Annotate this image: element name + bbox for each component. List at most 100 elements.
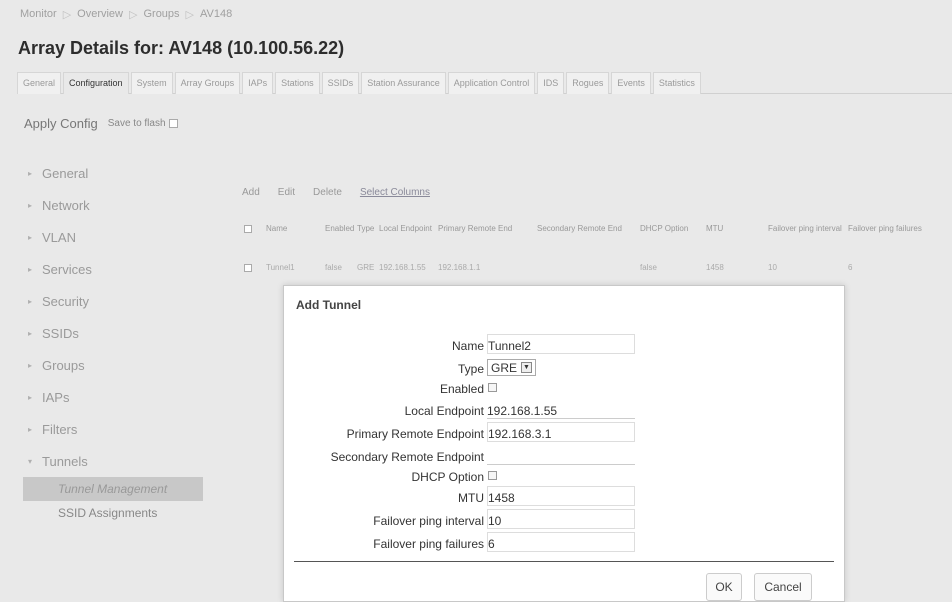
tab-statistics[interactable]: Statistics xyxy=(652,72,701,94)
secondary-remote-input[interactable] xyxy=(487,445,635,465)
tab-stations[interactable]: Stations xyxy=(275,72,320,94)
page-title: Array Details for: AV148 (10.100.56.22) xyxy=(18,38,345,58)
dialog-divider xyxy=(294,561,834,562)
expand-arrow-icon: ▸ xyxy=(28,200,33,210)
breadcrumb-overview[interactable]: Overview xyxy=(77,8,123,21)
select-all-checkbox[interactable] xyxy=(244,225,252,233)
delete-button[interactable]: Delete xyxy=(313,187,342,198)
add-tunnel-dialog: Add Tunnel Name Type GRE ▼ Enabled Local… xyxy=(283,285,845,602)
sidebar-item-services[interactable]: ▸ Services xyxy=(23,253,203,285)
apply-config-button[interactable]: Apply Config xyxy=(24,116,98,131)
sidebar-item-label: Tunnels xyxy=(42,453,88,469)
column-header-name[interactable]: Name xyxy=(266,224,287,233)
edit-button[interactable]: Edit xyxy=(278,187,295,198)
sidebar-item-general[interactable]: ▸ General xyxy=(23,157,203,189)
dialog-title: Add Tunnel xyxy=(296,298,362,312)
tab-ids[interactable]: IDS xyxy=(537,72,565,94)
dhcp-option-label: DHCP Option xyxy=(411,470,484,484)
config-sidebar: ▸ General ▸ Network ▸ VLAN ▸ Services ▸ Secur… xyxy=(23,157,203,525)
tab-events[interactable]: Events xyxy=(611,72,651,94)
breadcrumb-current: AV148 xyxy=(200,8,233,20)
failover-failures-input[interactable] xyxy=(487,532,635,552)
type-field-row: Type GRE ▼ xyxy=(284,357,846,379)
column-header-dhcp-option[interactable]: DHCP Option xyxy=(640,224,688,233)
breadcrumb-separator: ▷ xyxy=(129,9,138,21)
sidebar-item-filters[interactable]: ▸ Filters xyxy=(23,413,203,445)
tab-rogues[interactable]: Rogues xyxy=(566,72,610,94)
row-name: Tunnel1 xyxy=(266,263,295,272)
sidebar-item-security[interactable]: ▸ Security xyxy=(23,285,203,317)
sidebar-item-iaps[interactable]: ▸ IAPs xyxy=(23,381,203,413)
sidebar-item-label: IAPs xyxy=(42,389,70,405)
sidebar-item-label: Filters xyxy=(42,421,78,437)
column-header-enabled[interactable]: Enabled xyxy=(325,224,354,233)
tab-iaps[interactable]: IAPs xyxy=(242,72,274,94)
row-primary-remote: 192.168.1.1 xyxy=(438,263,481,272)
expand-arrow-icon: ▸ xyxy=(28,168,33,178)
column-header-mtu[interactable]: MTU xyxy=(706,224,723,233)
sidebar-item-vlan[interactable]: ▸ VLAN xyxy=(23,221,203,253)
local-endpoint-label: Local Endpoint xyxy=(404,404,484,418)
expand-arrow-icon: ▸ xyxy=(28,360,33,370)
cancel-button[interactable]: Cancel xyxy=(754,573,812,601)
tab-configuration[interactable]: Configuration xyxy=(63,72,129,94)
column-header-type[interactable]: Type xyxy=(357,224,374,233)
expand-arrow-icon: ▸ xyxy=(28,392,33,402)
name-label: Name xyxy=(451,339,484,353)
select-columns-link[interactable]: Select Columns xyxy=(360,187,430,198)
row-failover-interval: 10 xyxy=(768,263,777,272)
enabled-checkbox[interactable] xyxy=(488,383,497,392)
failover-failures-field-row: Failover ping failures xyxy=(284,532,846,554)
failover-interval-field-row: Failover ping interval xyxy=(284,509,846,531)
failover-interval-input[interactable] xyxy=(487,509,635,529)
column-header-failover-failures[interactable]: Failover ping failures xyxy=(848,224,922,233)
sidebar-item-tunnels[interactable]: ▾ Tunnels xyxy=(23,445,203,477)
sidebar-item-tunnel-management[interactable]: Tunnel Management xyxy=(23,477,203,501)
save-to-flash-option[interactable]: Save to flash xyxy=(108,118,178,129)
breadcrumb-groups[interactable]: Groups xyxy=(143,8,179,21)
ok-button[interactable]: OK xyxy=(706,573,742,601)
breadcrumb: Monitor ▷ Overview ▷ Groups ▷ AV148 xyxy=(20,8,232,21)
dhcp-option-checkbox[interactable] xyxy=(488,471,497,480)
local-endpoint-field-row: Local Endpoint xyxy=(284,399,846,421)
mtu-input[interactable] xyxy=(487,486,635,506)
row-mtu: 1458 xyxy=(706,263,724,272)
sidebar-item-ssid-assignments[interactable]: SSID Assignments xyxy=(23,501,203,525)
enabled-field-row: Enabled xyxy=(284,377,846,399)
local-endpoint-input[interactable] xyxy=(487,399,635,419)
failover-interval-label: Failover ping interval xyxy=(373,514,484,528)
sidebar-item-groups[interactable]: ▸ Groups xyxy=(23,349,203,381)
sidebar-item-network[interactable]: ▸ Network xyxy=(23,189,203,221)
tab-station-assurance[interactable]: Station Assurance xyxy=(361,72,446,94)
column-header-local-endpoint[interactable]: Local Endpoint xyxy=(379,224,432,233)
sidebar-item-label: Groups xyxy=(42,357,85,373)
breadcrumb-monitor[interactable]: Monitor xyxy=(20,8,57,21)
sidebar-item-label: SSIDs xyxy=(42,325,79,341)
mtu-label: MTU xyxy=(458,491,484,505)
sidebar-item-ssids[interactable]: ▸ SSIDs xyxy=(23,317,203,349)
tab-ssids[interactable]: SSIDs xyxy=(321,72,360,94)
row-checkbox[interactable] xyxy=(244,264,252,272)
save-to-flash-checkbox[interactable] xyxy=(168,119,178,128)
breadcrumb-separator: ▷ xyxy=(185,9,195,21)
expand-arrow-icon: ▸ xyxy=(28,296,33,306)
tab-application-control[interactable]: Application Control xyxy=(447,72,536,94)
add-button[interactable]: Add xyxy=(242,187,260,198)
sidebar-item-label: Security xyxy=(42,293,89,309)
tab-array-groups[interactable]: Array Groups xyxy=(174,72,241,94)
name-field-row: Name xyxy=(284,334,846,356)
tab-system[interactable]: System xyxy=(130,72,173,94)
primary-remote-field-row: Primary Remote Endpoint xyxy=(284,422,846,444)
secondary-remote-label: Secondary Remote Endpoint xyxy=(330,450,484,464)
name-input[interactable] xyxy=(487,334,635,354)
tab-general[interactable]: General xyxy=(17,72,62,94)
column-header-primary-remote[interactable]: Primary Remote End xyxy=(438,224,512,233)
primary-remote-input[interactable] xyxy=(487,422,635,442)
row-type: GRE xyxy=(357,263,375,272)
row-enabled: false xyxy=(325,263,342,272)
column-header-failover-interval[interactable]: Failover ping interval xyxy=(768,224,842,233)
column-header-secondary-remote[interactable]: Secondary Remote End xyxy=(537,224,622,233)
expand-arrow-icon: ▸ xyxy=(28,264,33,274)
type-select[interactable]: GRE ▼ xyxy=(487,359,537,376)
sidebar-item-label: Services xyxy=(42,261,92,277)
